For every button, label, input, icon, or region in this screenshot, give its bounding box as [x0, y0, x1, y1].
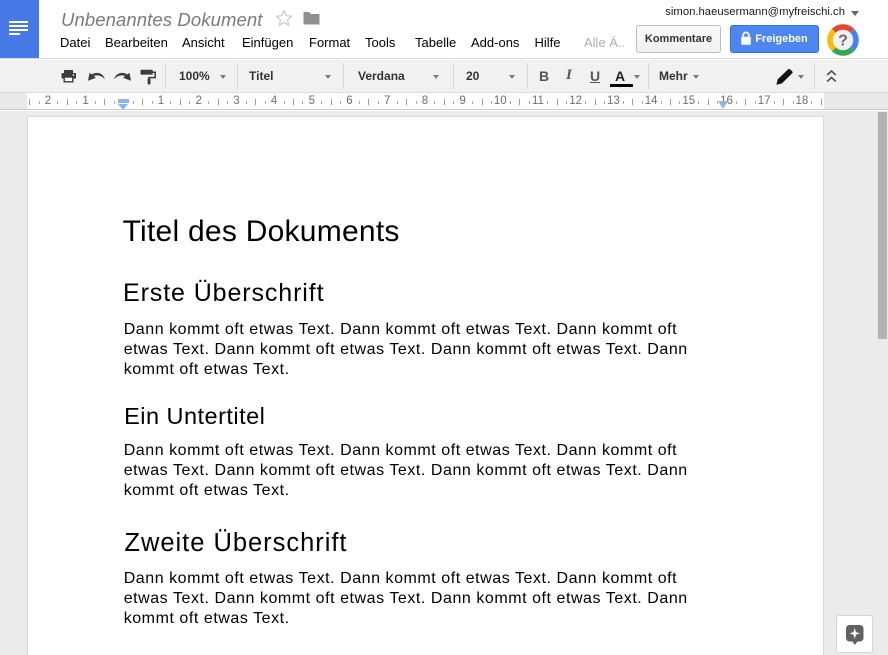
- svg-text:?: ?: [838, 32, 848, 49]
